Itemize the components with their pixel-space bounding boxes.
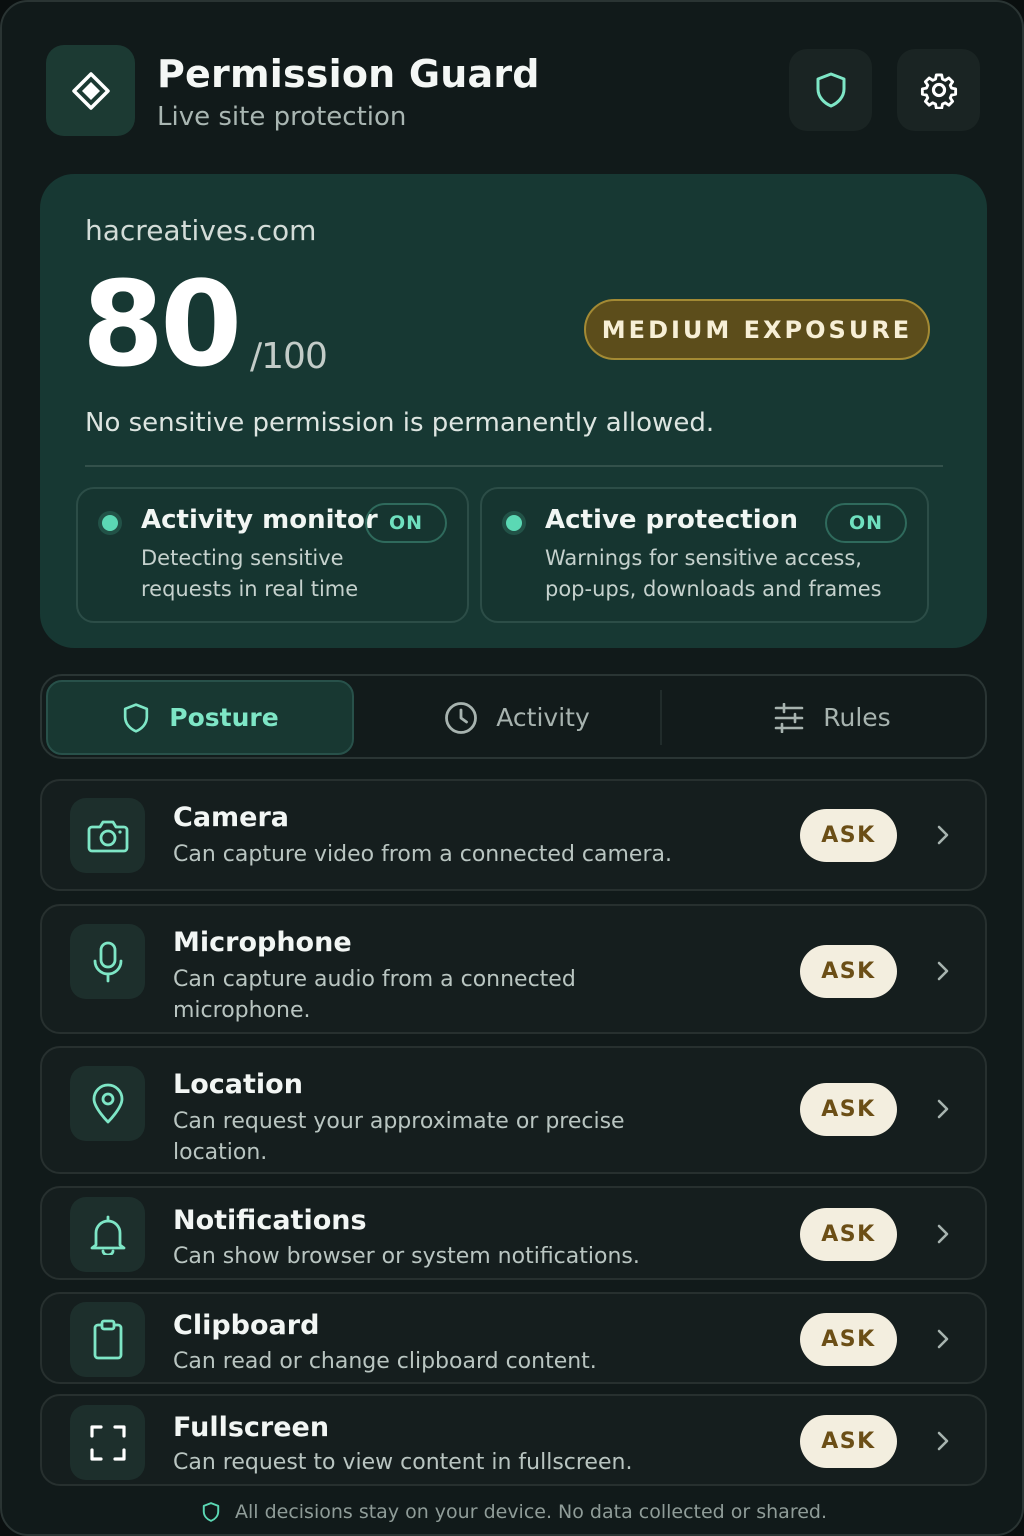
chevron-right-icon[interactable] <box>931 959 955 983</box>
sliders-icon <box>774 702 804 733</box>
ask-badge[interactable]: ASK <box>800 1083 897 1136</box>
active-protection-toggle[interactable]: ON <box>825 503 907 543</box>
tab-activity[interactable]: Activity <box>372 680 662 755</box>
ask-badge[interactable]: ASK <box>800 945 897 998</box>
shield-icon <box>202 1502 220 1522</box>
chevron-right-icon[interactable] <box>931 823 955 847</box>
ask-badge[interactable]: ASK <box>800 1415 897 1468</box>
chevron-right-icon[interactable] <box>931 1097 955 1121</box>
location-icon-tile <box>70 1066 145 1141</box>
status-description: Detecting sensitive requests in real tim… <box>141 543 358 605</box>
camera-icon <box>87 820 128 852</box>
status-desc-line: Warnings for sensitive access, <box>545 546 862 570</box>
permission-row-fullscreen[interactable]: Fullscreen Can request to view content i… <box>40 1394 987 1486</box>
notifications-icon-tile <box>70 1197 145 1272</box>
permission-row-location[interactable]: Location Can request your approximate or… <box>40 1046 987 1174</box>
status-dot <box>506 515 522 531</box>
settings-button[interactable] <box>897 49 980 131</box>
status-description: Warnings for sensitive access, pop-ups, … <box>545 543 882 605</box>
score-max: /100 <box>250 336 328 377</box>
status-desc-line: Detecting sensitive <box>141 546 344 570</box>
permission-title: Microphone <box>173 927 352 958</box>
tab-label: Posture <box>169 703 279 732</box>
tab-rules[interactable]: Rules <box>682 680 982 755</box>
fullscreen-icon <box>89 1424 126 1461</box>
microphone-icon <box>93 941 122 982</box>
activity-monitor-toggle[interactable]: ON <box>365 503 447 543</box>
camera-icon-tile <box>70 798 145 873</box>
status-desc-line: pop-ups, downloads and frames <box>545 577 882 601</box>
bell-icon <box>90 1215 125 1255</box>
microphone-icon-tile <box>70 924 145 999</box>
divider <box>85 465 943 467</box>
tab-posture[interactable]: Posture <box>46 680 354 755</box>
permission-guard-panel: Permission Guard Live site protection ha… <box>0 0 1024 1536</box>
fullscreen-icon-tile <box>70 1405 145 1480</box>
permission-description: Can capture audio from a connected micro… <box>173 967 576 1023</box>
tab-label: Rules <box>823 703 891 732</box>
permission-description: Can show browser or system notifications… <box>173 1244 640 1269</box>
activity-monitor-card[interactable]: Activity monitor ON Detecting sensitive … <box>76 487 469 623</box>
privacy-footer: All decisions stay on your device. No da… <box>2 1496 1022 1528</box>
tab-label: Activity <box>496 703 590 732</box>
permission-row-notifications[interactable]: Notifications Can show browser or system… <box>40 1186 987 1280</box>
permission-row-microphone[interactable]: Microphone Can capture audio from a conn… <box>40 904 987 1034</box>
permission-row-camera[interactable]: Camera Can capture video from a connecte… <box>40 779 987 891</box>
status-title: Activity monitor <box>141 505 378 535</box>
diamond-icon <box>71 71 110 110</box>
ask-badge[interactable]: ASK <box>800 1313 897 1366</box>
permission-title: Camera <box>173 802 290 833</box>
tab-separator <box>660 690 662 745</box>
chevron-right-icon[interactable] <box>931 1222 955 1246</box>
clock-icon <box>445 701 478 734</box>
location-pin-icon <box>92 1083 123 1123</box>
permission-description: Can capture video from a connected camer… <box>173 842 672 867</box>
shield-icon <box>816 72 845 108</box>
clipboard-icon <box>93 1319 122 1359</box>
permission-title: Location <box>173 1069 303 1100</box>
chevron-right-icon[interactable] <box>931 1429 955 1453</box>
status-title: Active protection <box>545 505 798 535</box>
app-subtitle: Live site protection <box>157 102 407 132</box>
ask-badge[interactable]: ASK <box>800 1208 897 1261</box>
permission-title: Clipboard <box>173 1310 320 1341</box>
permission-description: Can request your approximate or precise … <box>173 1109 625 1165</box>
site-score-card: hacreatives.com 80 /100 MEDIUM EXPOSURE … <box>40 174 987 648</box>
exposure-score: 80 <box>82 255 242 393</box>
app-logo <box>46 45 135 136</box>
permission-description: Can read or change clipboard content. <box>173 1349 597 1374</box>
status-dot <box>102 515 118 531</box>
ask-badge[interactable]: ASK <box>800 809 897 862</box>
permission-title: Fullscreen <box>173 1412 330 1443</box>
shield-button[interactable] <box>789 49 872 131</box>
permission-row-clipboard[interactable]: Clipboard Can read or change clipboard c… <box>40 1292 987 1384</box>
chevron-right-icon[interactable] <box>931 1327 955 1351</box>
tab-bar: Posture Activity Rules <box>40 674 987 759</box>
permission-note: No sensitive permission is permanently a… <box>85 408 715 438</box>
permission-title: Notifications <box>173 1205 367 1236</box>
app-title: Permission Guard <box>157 52 540 96</box>
status-desc-line: requests in real time <box>141 577 359 601</box>
shield-icon <box>124 702 149 733</box>
active-protection-card[interactable]: Active protection ON Warnings for sensit… <box>480 487 929 623</box>
permission-description: Can request to view content in fullscree… <box>173 1450 633 1475</box>
site-domain: hacreatives.com <box>85 214 317 247</box>
clipboard-icon-tile <box>70 1302 145 1377</box>
gear-icon <box>920 73 957 109</box>
exposure-badge: MEDIUM EXPOSURE <box>584 299 930 360</box>
footer-text: All decisions stay on your device. No da… <box>234 1501 828 1523</box>
